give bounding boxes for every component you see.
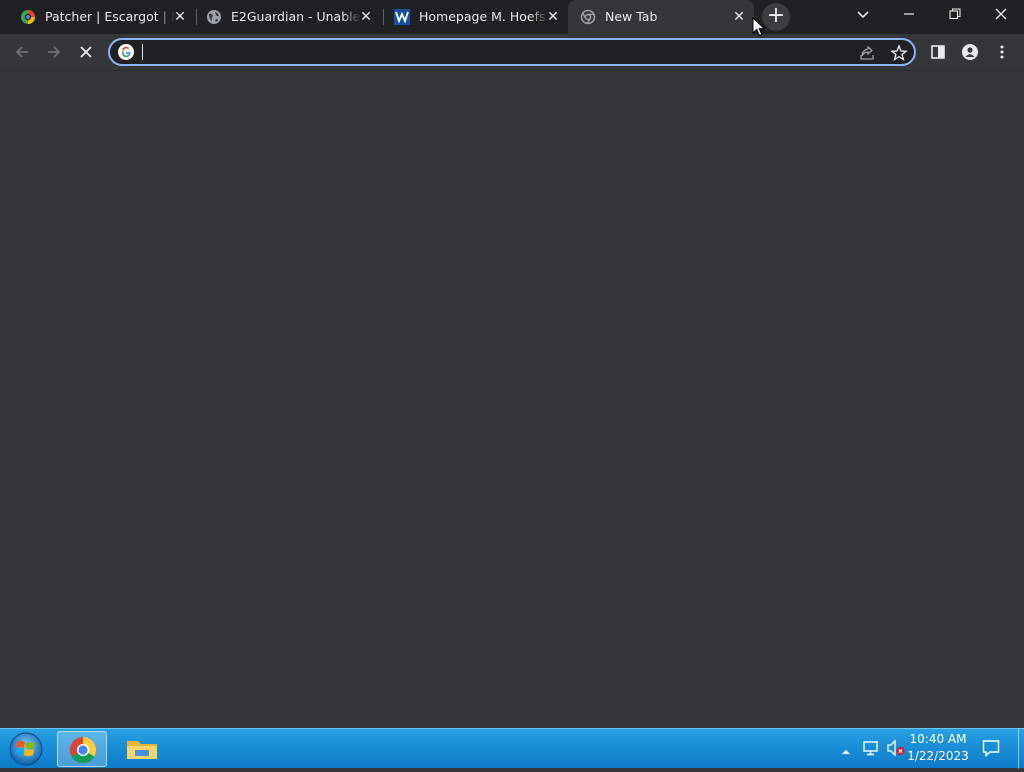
show-hidden-icons-arrow[interactable] bbox=[840, 743, 852, 755]
chrome-window: Patcher | Escargot | MSN Messenger ✕ E2G… bbox=[0, 0, 1024, 728]
back-button[interactable] bbox=[8, 38, 36, 66]
tab-title: Patcher | Escargot | MSN Messenger bbox=[45, 9, 175, 24]
side-panel-button[interactable] bbox=[924, 38, 952, 66]
forward-button[interactable] bbox=[40, 38, 68, 66]
file-explorer-icon bbox=[127, 741, 157, 759]
tab-e2guardian[interactable]: E2Guardian - Unable to load the page ✕ bbox=[194, 0, 382, 34]
tab-title: E2Guardian - Unable to load the page bbox=[231, 9, 361, 24]
forward-arrow-icon bbox=[48, 46, 61, 58]
tab-search-icon[interactable] bbox=[853, 5, 873, 25]
minimize-button[interactable] bbox=[886, 0, 932, 30]
volume-muted-icon[interactable] bbox=[886, 739, 906, 757]
text-caret bbox=[142, 44, 143, 60]
escargot-icon bbox=[20, 9, 36, 25]
profile-button[interactable] bbox=[956, 38, 984, 66]
restore-button[interactable] bbox=[932, 0, 978, 30]
tab-title: New Tab bbox=[605, 9, 658, 24]
taskbar-chrome[interactable] bbox=[57, 731, 107, 767]
kebab-menu-icon bbox=[1000, 45, 1004, 59]
tab-hoefs[interactable]: Homepage M. Hoefs - ✕ bbox=[382, 0, 568, 34]
show-desktop-button[interactable] bbox=[1018, 729, 1024, 769]
profile-avatar-icon bbox=[962, 44, 978, 60]
stop-button[interactable] bbox=[72, 38, 100, 66]
mouse-pointer-icon bbox=[752, 16, 766, 37]
clock-time: 10:40 AM bbox=[909, 732, 967, 746]
close-icon bbox=[995, 8, 1007, 20]
minimize-icon bbox=[904, 13, 914, 15]
browser-toolbar bbox=[0, 34, 1024, 71]
hoefs-site-icon bbox=[394, 9, 410, 25]
tab-strip: Patcher | Escargot | MSN Messenger ✕ E2G… bbox=[0, 0, 1024, 34]
chrome-newtab-icon bbox=[580, 9, 596, 25]
close-window-button[interactable] bbox=[978, 0, 1024, 30]
chrome-icon bbox=[69, 737, 97, 764]
bookmark-star-icon[interactable] bbox=[890, 44, 908, 62]
start-orb-icon bbox=[9, 732, 43, 766]
tab-title: Homepage M. Hoefs - bbox=[419, 9, 549, 24]
omnibox-input[interactable] bbox=[142, 42, 842, 62]
close-tab-icon[interactable]: ✕ bbox=[731, 9, 747, 25]
taskbar: 10:40 AM 1/22/2023 bbox=[0, 728, 1024, 769]
system-clock[interactable]: 10:40 AM 1/22/2023 bbox=[905, 731, 971, 767]
globe-icon bbox=[206, 9, 222, 25]
tab-patcher[interactable]: Patcher | Escargot | MSN Messenger ✕ bbox=[8, 0, 194, 34]
clock-date: 1/22/2023 bbox=[907, 749, 969, 763]
back-arrow-icon bbox=[15, 46, 28, 58]
close-tab-icon[interactable]: ✕ bbox=[545, 9, 561, 25]
side-panel-icon bbox=[931, 45, 945, 59]
tab-new-tab[interactable]: New Tab ✕ bbox=[568, 0, 754, 34]
share-icon[interactable] bbox=[858, 44, 876, 62]
close-tab-icon[interactable]: ✕ bbox=[358, 9, 374, 25]
stop-loading-icon bbox=[80, 46, 92, 58]
action-center-icon[interactable] bbox=[982, 739, 1000, 758]
close-tab-icon[interactable]: ✕ bbox=[172, 9, 188, 25]
page-content bbox=[0, 71, 1024, 728]
google-g-icon bbox=[118, 44, 134, 60]
taskbar-file-explorer[interactable] bbox=[117, 731, 167, 767]
new-tab-button[interactable]: + bbox=[762, 3, 790, 31]
menu-button[interactable] bbox=[988, 38, 1016, 66]
restore-icon bbox=[949, 8, 961, 20]
address-bar[interactable] bbox=[108, 38, 916, 66]
network-icon[interactable] bbox=[862, 739, 880, 757]
start-button[interactable] bbox=[6, 731, 46, 767]
